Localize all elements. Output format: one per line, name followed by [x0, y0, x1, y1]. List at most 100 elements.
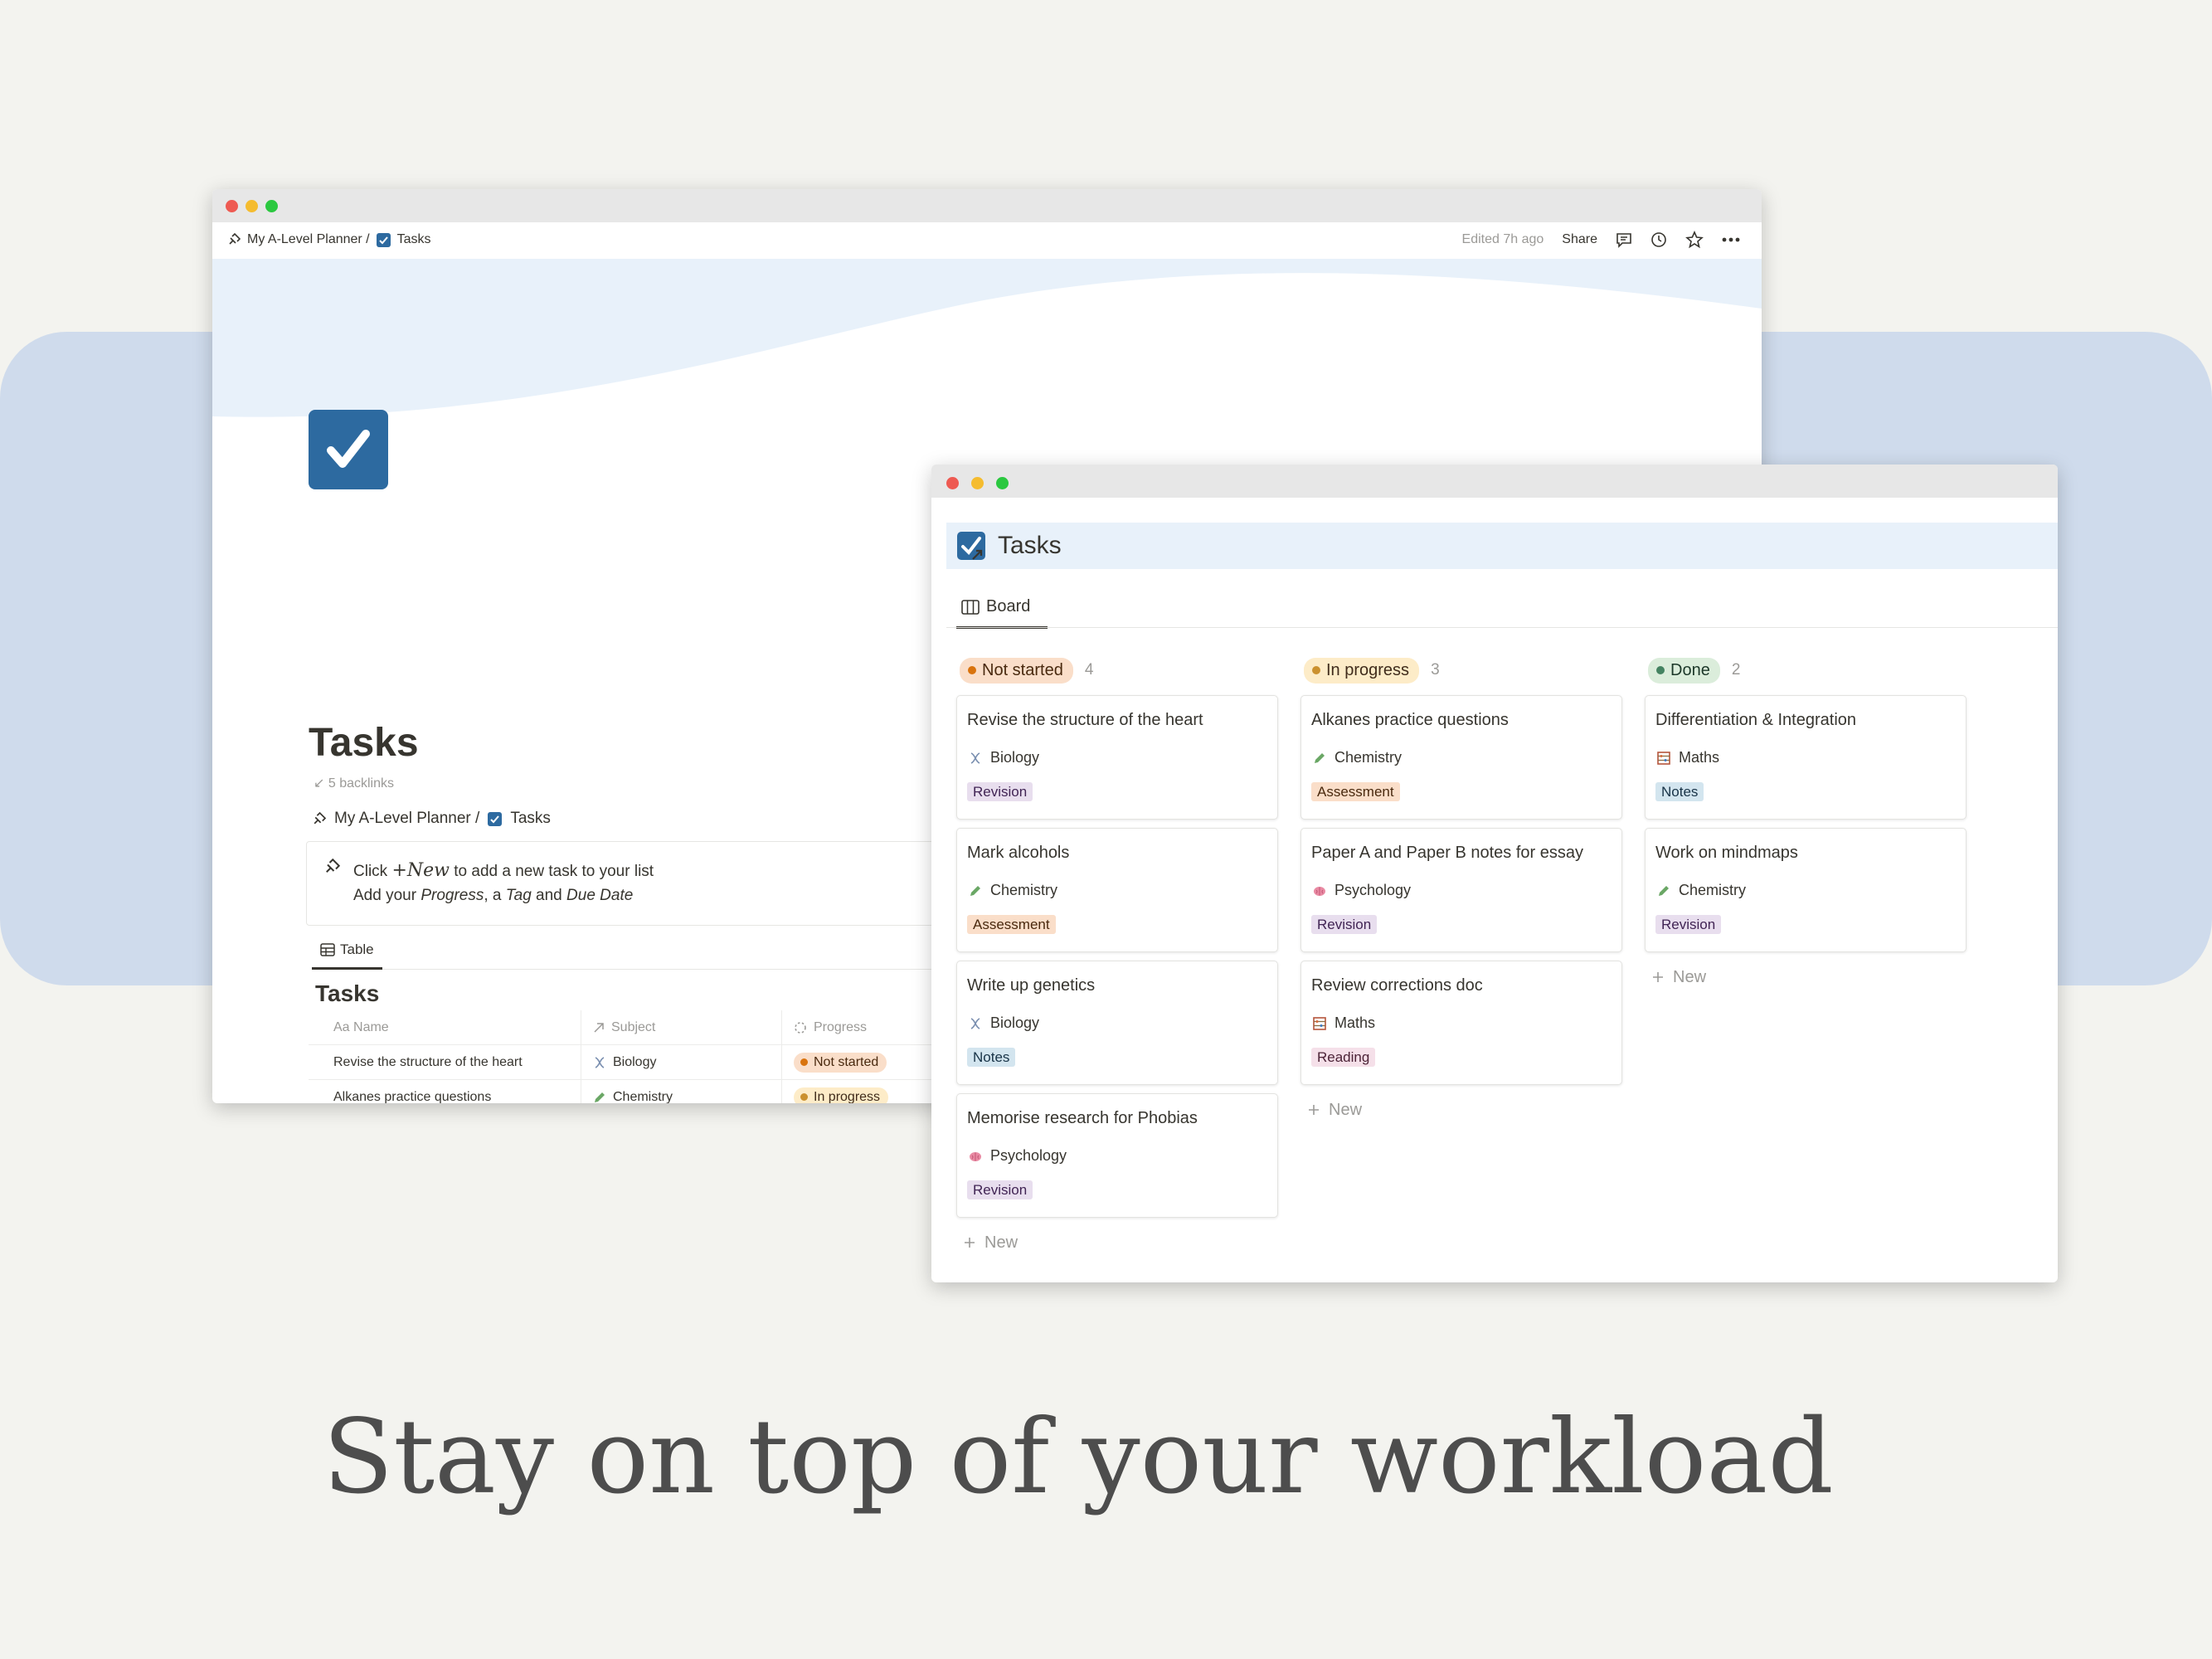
card-tag: Revision: [967, 782, 1033, 801]
minimize-window-button[interactable]: [971, 477, 984, 489]
card-title: Alkanes practice questions: [1311, 711, 1509, 729]
maximize-window-button[interactable]: [265, 200, 278, 212]
task-card[interactable]: Review corrections doc Maths Reading: [1300, 961, 1622, 1085]
maximize-window-button[interactable]: [996, 477, 1009, 489]
column-header-subject[interactable]: Subject: [581, 1010, 792, 1044]
new-card-button[interactable]: New: [1300, 1092, 1622, 1128]
share-button[interactable]: Share: [1562, 232, 1597, 247]
abacus-icon: [1657, 751, 1670, 765]
breadcrumb-planner[interactable]: My A-Level Planner /: [247, 232, 370, 247]
task-card[interactable]: Memorise research for Phobias Psychology R…: [956, 1093, 1278, 1218]
pencil-icon: [970, 885, 980, 896]
pencil-icon: [1315, 752, 1325, 763]
breadcrumb-planner[interactable]: My A-Level Planner /: [334, 810, 479, 828]
task-card[interactable]: Mark alcohols Chemistry Assessment: [956, 828, 1278, 952]
link-icon: [326, 859, 340, 873]
task-card[interactable]: Alkanes practice questions Chemistry Asses…: [1300, 695, 1622, 820]
card-subject[interactable]: Maths: [1657, 749, 1719, 766]
dna-icon: [595, 1056, 605, 1068]
backlinks-link[interactable]: ↙ 5 backlinks: [314, 775, 394, 791]
row-subject[interactable]: Biology: [581, 1045, 792, 1079]
callout-line-2: Add your Progress, a Tag and Due Date: [353, 887, 634, 904]
table-icon: [320, 943, 335, 956]
close-window-button[interactable]: [226, 200, 238, 212]
pencil-icon: [595, 1092, 605, 1102]
card-tag: Revision: [1655, 915, 1722, 934]
plus-icon: [965, 1238, 975, 1248]
row-name[interactable]: Revise the structure of the heart: [333, 1045, 607, 1079]
pencil-icon: [1659, 885, 1669, 896]
task-card[interactable]: Write up genetics Biology Notes: [956, 961, 1278, 1085]
breadcrumb-tasks[interactable]: Tasks: [510, 810, 551, 828]
card-subject[interactable]: Maths: [1313, 1014, 1375, 1032]
checkbox-icon: [376, 232, 391, 247]
board-column: Not started 4 Revise the structure of the …: [956, 655, 1278, 1261]
card-tag: Notes: [1655, 782, 1704, 801]
card-tag: Notes: [967, 1048, 1016, 1067]
card-subject[interactable]: Chemistry: [1657, 882, 1746, 899]
row-name[interactable]: Alkanes practice questions: [333, 1080, 607, 1104]
card-subject[interactable]: Chemistry: [969, 882, 1057, 899]
link-icon: [229, 233, 241, 245]
card-tag: Reading: [1311, 1048, 1376, 1067]
plus-icon: [1653, 972, 1663, 982]
card-tag: Revision: [1311, 915, 1378, 934]
row-subject[interactable]: Chemistry: [581, 1080, 792, 1103]
column-header-name[interactable]: Aa Name: [333, 1010, 607, 1044]
card-subject[interactable]: Psychology: [1313, 882, 1411, 899]
tab-board[interactable]: Board: [956, 587, 1048, 629]
card-title: Differentiation & Integration: [1655, 711, 1857, 729]
close-window-button[interactable]: [946, 477, 959, 489]
card-title: Work on mindmaps: [1655, 844, 1798, 862]
history-clock-icon[interactable]: [1650, 231, 1667, 248]
column-count: 3: [1431, 661, 1440, 679]
task-card[interactable]: Revise the structure of the heart Biology…: [956, 695, 1278, 820]
table-title: Tasks: [315, 980, 380, 1006]
new-card-button[interactable]: New: [1645, 959, 1966, 995]
new-card-button[interactable]: New: [956, 1224, 1278, 1261]
status-badge: Not started: [794, 1052, 887, 1073]
breadcrumb-tasks[interactable]: Tasks: [397, 232, 431, 247]
card-tag: Revision: [967, 1180, 1033, 1199]
status-badge: In progress: [794, 1087, 889, 1103]
column-count: 2: [1731, 661, 1741, 679]
card-subject[interactable]: Biology: [969, 1014, 1039, 1032]
tab-table[interactable]: Table: [312, 932, 382, 970]
column-header[interactable]: Not started 4: [960, 655, 1278, 685]
status-badge: Done: [1648, 657, 1720, 684]
card-title: Memorise research for Phobias: [967, 1109, 1198, 1127]
star-icon[interactable]: [1685, 231, 1704, 249]
more-options-icon[interactable]: [1722, 237, 1740, 242]
callout-line-1: Click +New to add a new task to your lis…: [353, 860, 654, 881]
board-divider: [946, 627, 2058, 628]
linked-database-title[interactable]: Tasks: [946, 523, 2058, 569]
task-card[interactable]: Paper A and Paper B notes for essay Psych…: [1300, 828, 1622, 952]
comment-icon[interactable]: [1616, 231, 1632, 248]
status-badge: Not started: [960, 657, 1073, 684]
brain-icon: [1314, 886, 1325, 896]
minimize-window-button[interactable]: [246, 200, 258, 212]
dna-icon: [970, 1017, 980, 1029]
card-title: Paper A and Paper B notes for essay: [1311, 844, 1583, 862]
abacus-icon: [1313, 1016, 1326, 1030]
card-subject[interactable]: Chemistry: [1313, 749, 1402, 766]
cover-image: [212, 259, 1762, 458]
card-title: Write up genetics: [967, 976, 1096, 995]
card-title: Mark alcohols: [967, 844, 1070, 862]
edited-timestamp: Edited 7h ago: [1461, 232, 1544, 246]
checkbox-link-icon: [957, 532, 985, 560]
dna-icon: [970, 752, 980, 764]
card-subject[interactable]: Biology: [969, 749, 1039, 766]
card-title: Review corrections doc: [1311, 976, 1483, 995]
task-card[interactable]: Work on mindmaps Chemistry Revision: [1645, 828, 1966, 952]
column-header[interactable]: Done 2: [1648, 655, 1966, 685]
headline: Stay on top of your workload: [323, 1398, 1834, 1517]
plus-icon: [1309, 1105, 1319, 1115]
window-titlebar: [212, 189, 1762, 222]
column-header[interactable]: In progress 3: [1304, 655, 1622, 685]
card-subject[interactable]: Psychology: [969, 1147, 1067, 1165]
task-card[interactable]: Differentiation & Integration Maths Notes: [1645, 695, 1966, 820]
board-column: In progress 3 Alkanes practice questions Ch…: [1300, 655, 1622, 1128]
breadcrumb-inline: My A-Level Planner / Tasks: [312, 810, 551, 828]
card-tag: Assessment: [967, 915, 1056, 934]
